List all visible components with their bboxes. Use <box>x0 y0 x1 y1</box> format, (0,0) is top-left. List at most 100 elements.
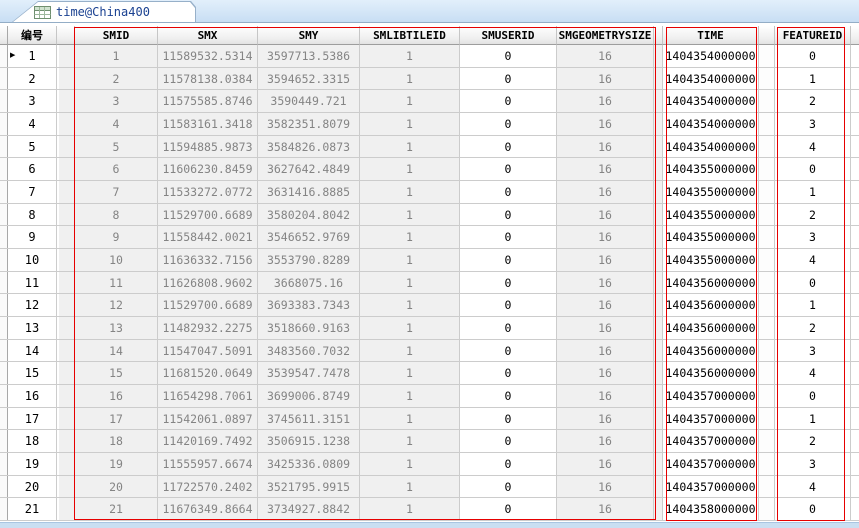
cell-featureid[interactable]: 3 <box>775 226 851 249</box>
cell-smx[interactable]: 11626808.9602 <box>158 271 258 294</box>
cell-smx[interactable]: 11636332.7156 <box>158 249 258 271</box>
cell-smlibtileid[interactable]: 1 <box>360 475 460 498</box>
cell-smlibtileid[interactable]: 1 <box>360 181 460 203</box>
row-number-cell[interactable]: 16 <box>8 385 57 407</box>
cell-smuserid[interactable]: 0 <box>460 226 557 249</box>
cell-smid[interactable]: 9 <box>75 226 158 249</box>
cell-smid[interactable]: 18 <box>75 430 158 453</box>
cell-smid[interactable]: 21 <box>75 498 158 521</box>
column-header-smuserid[interactable]: SMUSERID <box>460 26 557 45</box>
cell-smy[interactable]: 3521795.9915 <box>258 475 360 498</box>
cell-smlibtileid[interactable]: 1 <box>360 158 460 181</box>
cell-smx[interactable]: 11578138.0384 <box>158 67 258 90</box>
cell-smgeometrysize[interactable]: 16 <box>557 203 654 226</box>
row-number-cell[interactable]: 13 <box>8 317 57 339</box>
cell-smuserid[interactable]: 0 <box>460 498 557 521</box>
row-number-cell[interactable]: 14 <box>8 339 57 362</box>
cell-smy[interactable]: 3580204.8042 <box>258 203 360 226</box>
cell-smid[interactable]: 14 <box>75 339 158 362</box>
column-header-smid[interactable]: SMID <box>75 26 158 45</box>
cell-time[interactable]: 1404356000000 <box>663 317 759 339</box>
cell-smid[interactable]: 20 <box>75 475 158 498</box>
cell-time[interactable]: 1404357000000 <box>663 407 759 430</box>
cell-smy[interactable]: 3597713.5386 <box>258 45 360 67</box>
cell-smid[interactable]: 4 <box>75 113 158 135</box>
column-header-smy[interactable]: SMY <box>258 26 360 45</box>
cell-featureid[interactable]: 0 <box>775 385 851 407</box>
cell-smy[interactable]: 3590449.721 <box>258 90 360 113</box>
cell-smid[interactable]: 1 <box>75 45 158 67</box>
cell-smuserid[interactable]: 0 <box>460 362 557 385</box>
cell-smuserid[interactable]: 0 <box>460 317 557 339</box>
cell-smy[interactable]: 3506915.1238 <box>258 430 360 453</box>
cell-smy[interactable]: 3518660.9163 <box>258 317 360 339</box>
row-number-cell[interactable]: 4 <box>8 113 57 135</box>
cell-smx[interactable]: 11529700.6689 <box>158 294 258 317</box>
cell-time[interactable]: 1404356000000 <box>663 294 759 317</box>
cell-smy[interactable]: 3582351.8079 <box>258 113 360 135</box>
cell-featureid[interactable]: 4 <box>775 475 851 498</box>
cell-smid[interactable]: 11 <box>75 271 158 294</box>
cell-time[interactable]: 1404354000000 <box>663 90 759 113</box>
cell-smgeometrysize[interactable]: 16 <box>557 317 654 339</box>
cell-featureid[interactable]: 2 <box>775 430 851 453</box>
cell-featureid[interactable]: 3 <box>775 339 851 362</box>
cell-smlibtileid[interactable]: 1 <box>360 90 460 113</box>
cell-smy[interactable]: 3539547.7478 <box>258 362 360 385</box>
cell-smlibtileid[interactable]: 1 <box>360 113 460 135</box>
cell-smid[interactable]: 8 <box>75 203 158 226</box>
cell-smx[interactable]: 11654298.7061 <box>158 385 258 407</box>
cell-smy[interactable]: 3693383.7343 <box>258 294 360 317</box>
cell-smuserid[interactable]: 0 <box>460 90 557 113</box>
cell-time[interactable]: 1404355000000 <box>663 249 759 271</box>
row-number-cell[interactable]: 11 <box>8 271 57 294</box>
cell-smlibtileid[interactable]: 1 <box>360 135 460 158</box>
cell-smid[interactable]: 16 <box>75 385 158 407</box>
cell-time[interactable]: 1404356000000 <box>663 271 759 294</box>
cell-smuserid[interactable]: 0 <box>460 407 557 430</box>
cell-time[interactable]: 1404355000000 <box>663 226 759 249</box>
cell-smx[interactable]: 11558442.0021 <box>158 226 258 249</box>
cell-smuserid[interactable]: 0 <box>460 385 557 407</box>
cell-smx[interactable]: 11482932.2275 <box>158 317 258 339</box>
cell-smgeometrysize[interactable]: 16 <box>557 385 654 407</box>
column-header-smlibtileid[interactable]: SMLIBTILEID <box>360 26 460 45</box>
cell-smx[interactable]: 11722570.2402 <box>158 475 258 498</box>
cell-smy[interactable]: 3668075.16 <box>258 271 360 294</box>
cell-smid[interactable]: 7 <box>75 181 158 203</box>
row-number-cell[interactable]: 15 <box>8 362 57 385</box>
cell-smgeometrysize[interactable]: 16 <box>557 453 654 475</box>
cell-smgeometrysize[interactable]: 16 <box>557 271 654 294</box>
cell-smy[interactable]: 3627642.4849 <box>258 158 360 181</box>
row-number-cell[interactable]: 10 <box>8 249 57 271</box>
cell-smuserid[interactable]: 0 <box>460 181 557 203</box>
cell-smx[interactable]: 11589532.5314 <box>158 45 258 67</box>
cell-smgeometrysize[interactable]: 16 <box>557 158 654 181</box>
cell-smgeometrysize[interactable]: 16 <box>557 226 654 249</box>
cell-smy[interactable]: 3425336.0809 <box>258 453 360 475</box>
cell-smuserid[interactable]: 0 <box>460 67 557 90</box>
cell-smlibtileid[interactable]: 1 <box>360 67 460 90</box>
cell-featureid[interactable]: 1 <box>775 67 851 90</box>
cell-featureid[interactable]: 4 <box>775 135 851 158</box>
row-number-cell[interactable]: 18 <box>8 430 57 453</box>
cell-featureid[interactable]: 0 <box>775 158 851 181</box>
cell-smx[interactable]: 11420169.7492 <box>158 430 258 453</box>
row-number-cell[interactable]: 5 <box>8 135 57 158</box>
cell-smid[interactable]: 6 <box>75 158 158 181</box>
row-number-cell[interactable]: 3 <box>8 90 57 113</box>
cell-time[interactable]: 1404357000000 <box>663 430 759 453</box>
cell-featureid[interactable]: 2 <box>775 317 851 339</box>
cell-smuserid[interactable]: 0 <box>460 453 557 475</box>
cell-smx[interactable]: 11533272.0772 <box>158 181 258 203</box>
cell-smuserid[interactable]: 0 <box>460 430 557 453</box>
column-header-smgeometrysize[interactable]: SMGEOMETRYSIZE <box>557 26 654 45</box>
row-number-cell[interactable]: 2 <box>8 67 57 90</box>
cell-smid[interactable]: 15 <box>75 362 158 385</box>
cell-smy[interactable]: 3699006.8749 <box>258 385 360 407</box>
cell-smx[interactable]: 11542061.0897 <box>158 407 258 430</box>
cell-smy[interactable]: 3546652.9769 <box>258 226 360 249</box>
cell-featureid[interactable]: 1 <box>775 294 851 317</box>
row-number-cell[interactable]: 17 <box>8 407 57 430</box>
cell-smlibtileid[interactable]: 1 <box>360 430 460 453</box>
